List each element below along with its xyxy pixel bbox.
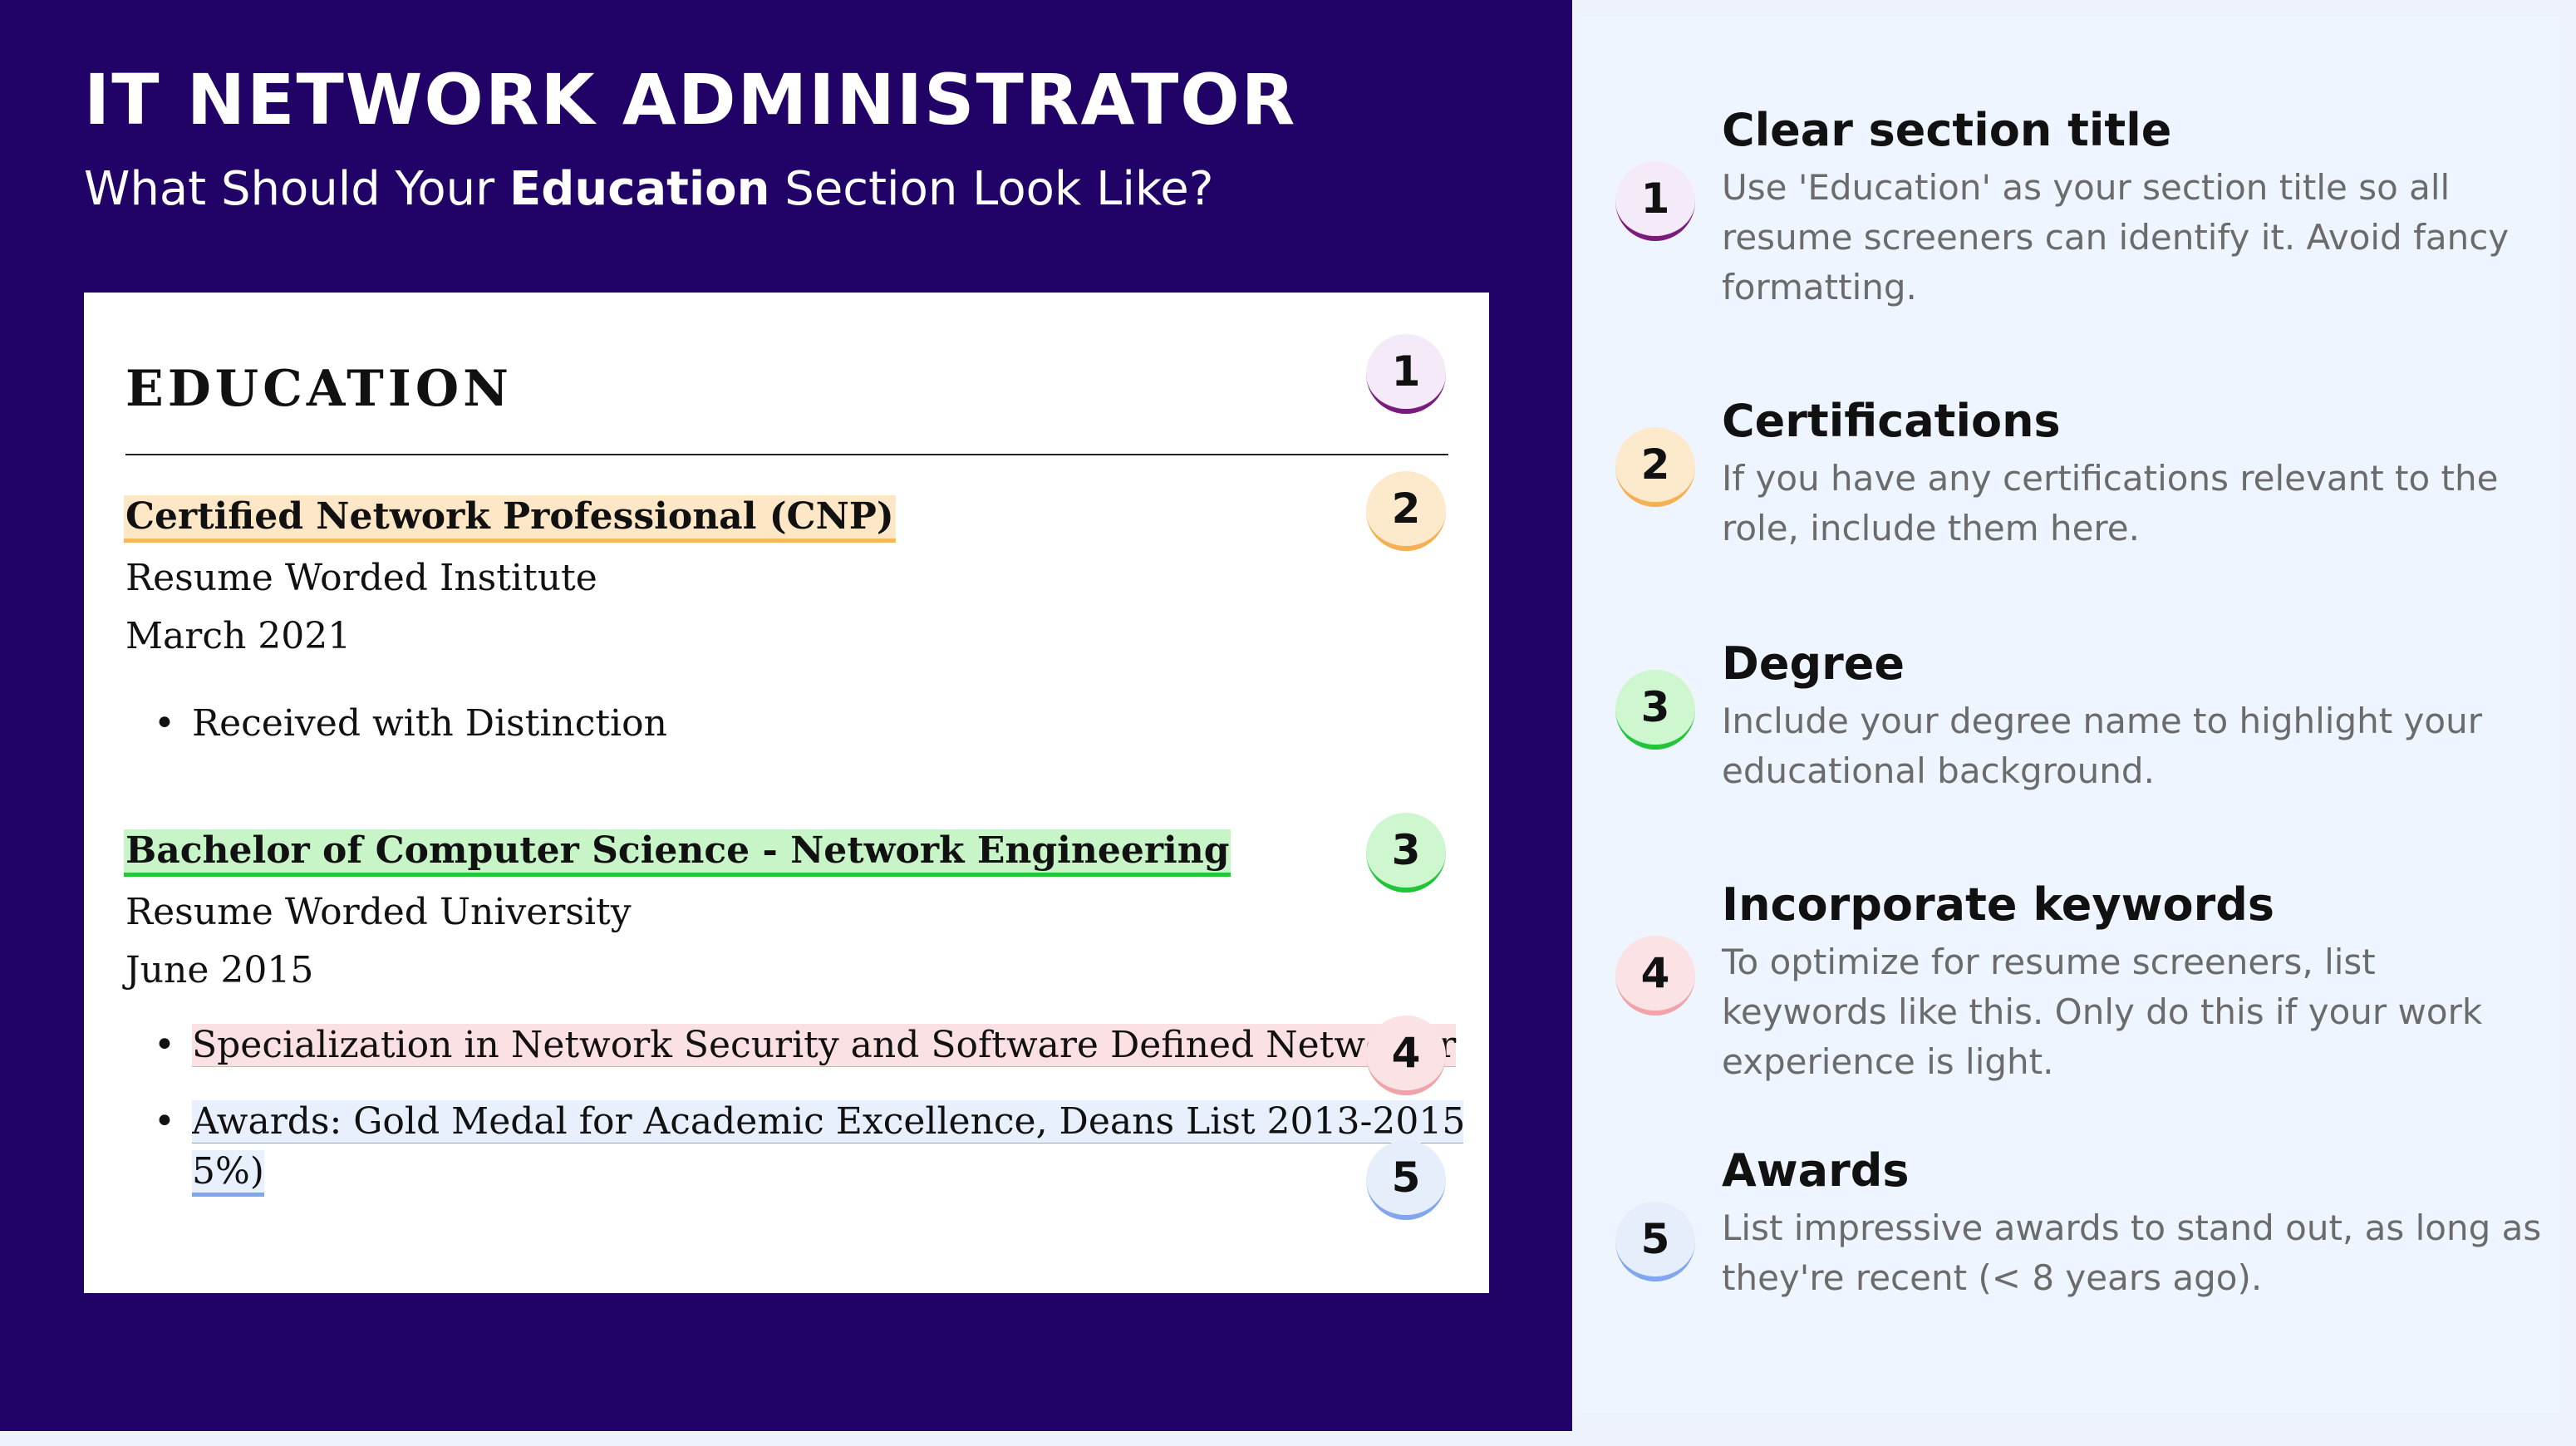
awards-text-line-2: 5%) — [192, 1150, 264, 1197]
left-panel: IT NETWORK ADMINISTRATOR What Should You… — [0, 0, 1572, 1431]
tip-badge-1: 1 — [1615, 161, 1695, 241]
tip-description-keywords: To optimize for resume screeners, list k… — [1722, 942, 2483, 1082]
tip-title-awards: Awards — [1722, 1144, 1910, 1197]
tip-title-section-title: Clear section title — [1722, 104, 2172, 156]
marker-badge-1: 1 — [1366, 334, 1446, 414]
subtitle-prefix: What Should Your — [84, 162, 509, 216]
tip-badge-3: 3 — [1615, 670, 1695, 750]
specialization-bullet: Specialization in Network Security and S… — [192, 1024, 1460, 1067]
certification-title: Certified Network Professional (CNP) — [124, 495, 896, 543]
degree-date: June 2015 — [125, 949, 314, 991]
bullet-symbol: • — [154, 702, 175, 745]
awards-text-line-1: Awards: Gold Medal for Academic Excellen… — [192, 1100, 1463, 1144]
tip-description-awards: List impressive awards to stand out, as … — [1722, 1207, 2542, 1298]
bullet-symbol: • — [154, 1100, 175, 1143]
tip-title-certifications: Certifications — [1722, 395, 2061, 447]
marker-badge-5: 5 — [1366, 1140, 1446, 1220]
resume-example-card: EDUCATION Certified Network Professional… — [84, 293, 1489, 1293]
tip-description-section-title: Use 'Education' as your section title so… — [1722, 167, 2510, 307]
tip-description-certifications: If you have any certifications relevant … — [1722, 458, 2499, 548]
section-divider — [125, 454, 1448, 455]
page-subtitle: What Should Your Education Section Look … — [84, 166, 1213, 213]
tip-badge-5: 5 — [1615, 1202, 1695, 1281]
subtitle-suffix: Section Look Like? — [769, 162, 1214, 216]
page-title: IT NETWORK ADMINISTRATOR — [84, 59, 1297, 140]
tip-badge-2: 2 — [1615, 427, 1695, 507]
awards-bullet-line-1: Awards: Gold Medal for Academic Excellen… — [192, 1100, 1463, 1144]
tips-panel: 1 Clear section title Use 'Education' as… — [1572, 17, 2559, 1413]
certification-date: March 2021 — [125, 615, 351, 657]
education-heading: EDUCATION — [125, 360, 513, 418]
certification-bullet: Received with Distinction — [192, 702, 667, 745]
marker-badge-2: 2 — [1366, 471, 1446, 551]
tip-description-degree: Include your degree name to highlight yo… — [1722, 701, 2482, 791]
tip-title-degree: Degree — [1722, 637, 1905, 690]
tip-title-keywords: Incorporate keywords — [1722, 878, 2275, 931]
awards-bullet-line-2: 5%) — [192, 1150, 264, 1197]
specialization-text: Specialization in Network Security and S… — [192, 1024, 1457, 1067]
degree-institution: Resume Worded University — [125, 891, 632, 933]
bullet-symbol: • — [154, 1024, 175, 1066]
marker-badge-3: 3 — [1366, 813, 1446, 893]
subtitle-emphasis: Education — [509, 162, 770, 216]
degree-title: Bachelor of Computer Science - Network E… — [124, 829, 1231, 877]
tip-badge-4: 4 — [1615, 936, 1695, 1016]
certification-institution: Resume Worded Institute — [125, 557, 597, 599]
marker-badge-4: 4 — [1366, 1016, 1446, 1095]
